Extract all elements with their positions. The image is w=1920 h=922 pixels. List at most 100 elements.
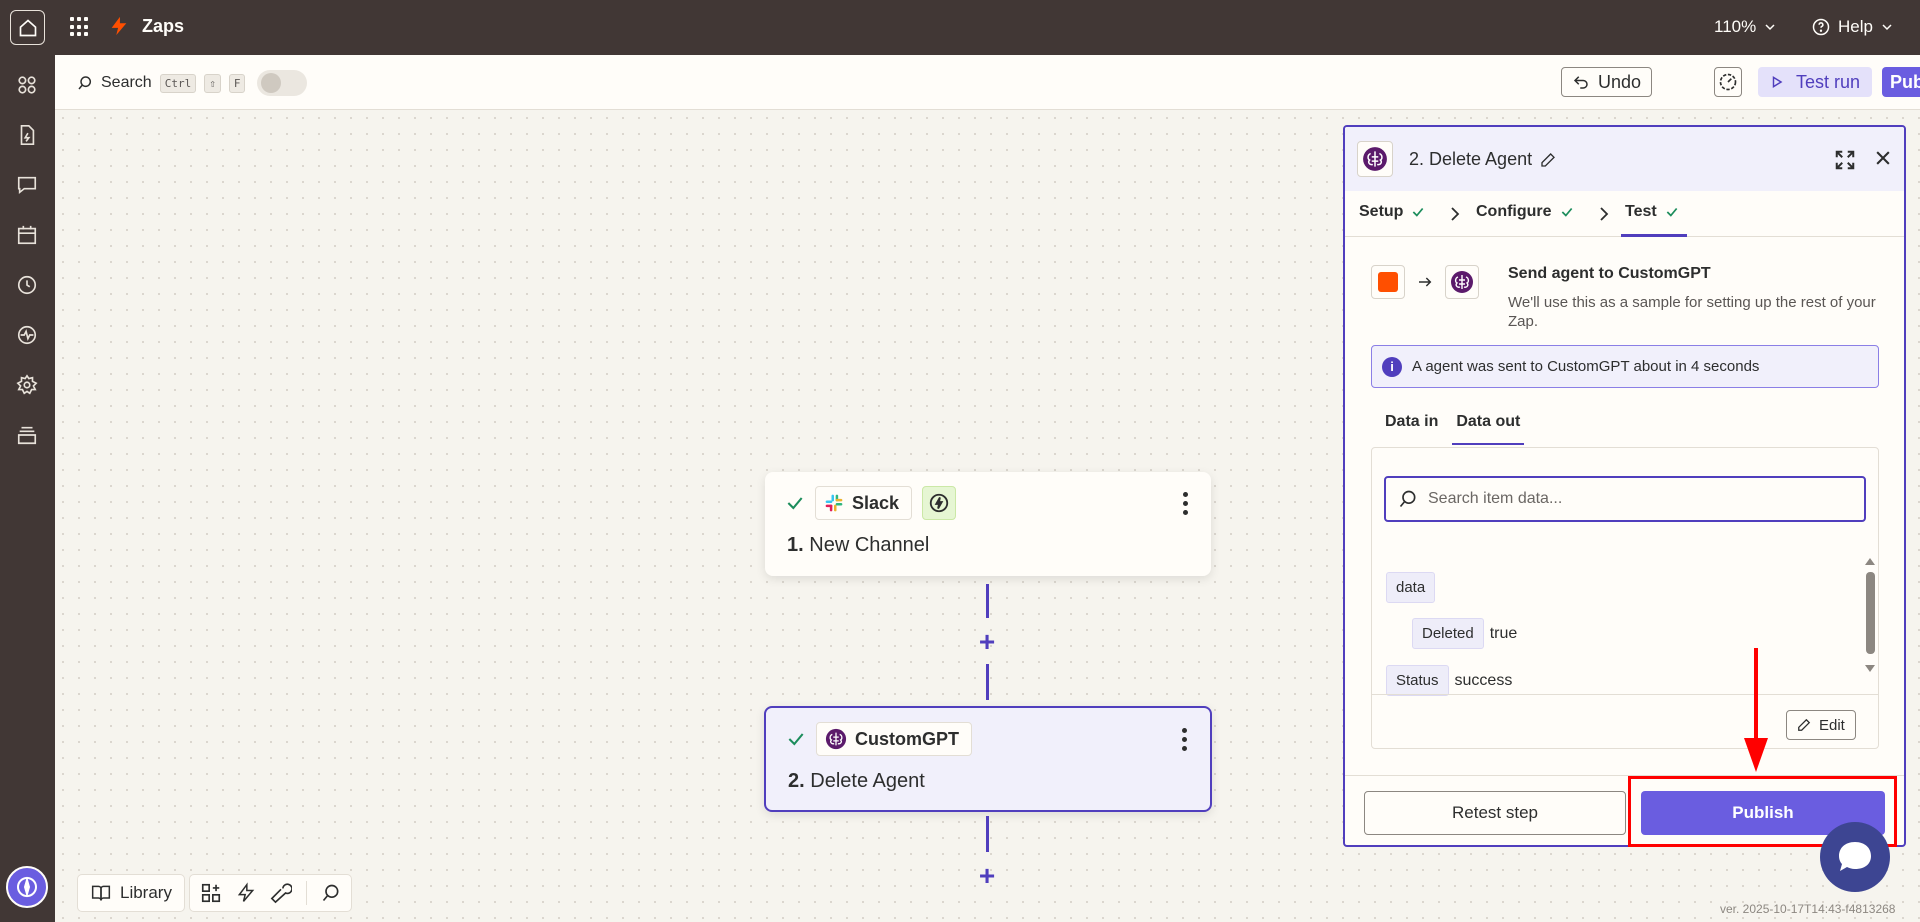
send-description: We'll use this as a sample for setting u… [1508,294,1876,330]
add-step-plus-icon[interactable]: + [975,862,999,890]
tree-value: true [1489,624,1518,642]
history-button[interactable] [1714,67,1742,97]
bolt-icon[interactable] [236,882,256,904]
sidebar-activity-icon[interactable] [14,322,40,348]
info-icon: i [1382,356,1402,377]
sidebar-settings-icon[interactable] [14,372,40,398]
pencil-icon [1798,718,1811,731]
publish-top-button[interactable]: Publish [1882,67,1920,97]
copilot-button[interactable] [6,866,48,908]
edit-button[interactable]: Edit [1786,710,1856,740]
home-button[interactable] [10,10,45,45]
apps-grid-icon[interactable] [70,17,90,37]
close-icon[interactable] [1873,148,1893,168]
connector-line [986,816,989,852]
retest-step-button[interactable]: Retest step [1364,791,1626,835]
chevron-down-icon [1765,24,1775,31]
arrow-right-icon [1419,277,1432,287]
sidebar-calendar-icon[interactable] [14,222,40,248]
support-chat-button[interactable] [1820,822,1890,892]
tree-value: success [1454,671,1513,689]
more-options-icon[interactable] [1182,728,1188,751]
zoom-dropdown[interactable]: 110% [1714,17,1776,37]
connector-line [986,664,989,700]
library-label: Library [120,883,172,902]
search-icon[interactable] [321,883,341,903]
tree-row-status: Status success [1386,665,1512,696]
search-item-data-input[interactable] [1428,490,1828,508]
sidebar-history-icon[interactable] [14,272,40,298]
add-step-plus-icon[interactable]: + [975,628,999,656]
check-icon [1413,207,1424,217]
panel-header: 2. Delete Agent [1345,127,1904,191]
zapier-icon [1371,265,1405,299]
test-run-label: Test run [1796,71,1861,92]
sidebar-chat-icon[interactable] [14,172,40,198]
wrench-icon[interactable] [270,882,292,904]
undo-button[interactable]: Undo [1561,67,1653,97]
tab-data-out[interactable]: Data out [1452,413,1525,445]
chevron-right-icon [1600,207,1609,221]
node-name: Delete Agent [810,770,925,792]
compass-icon [17,876,37,898]
canvas-tools [189,874,352,912]
slack-icon [825,494,843,512]
search-item-data-field[interactable] [1384,476,1866,522]
help-dropdown[interactable]: Help [1812,17,1893,37]
scroll-down-icon[interactable] [1864,664,1876,674]
shortcut-f: F [228,73,246,93]
canvas-search[interactable]: Search Ctrl ⇧ F [77,70,308,96]
step-node-slack[interactable]: Slack 1. New Channel [765,472,1211,576]
sidebar-zaps-icon[interactable] [14,122,40,148]
panel-title[interactable]: 2. Delete Agent [1409,149,1556,170]
zap-bolt-icon [108,14,130,43]
connector-line [986,584,989,618]
expand-icon[interactable] [1834,149,1856,171]
test-run-button[interactable]: Test run [1758,67,1873,97]
node-number: 2. [788,770,805,792]
check-icon [1666,207,1678,217]
node-number: 1. [787,534,804,556]
tree-key[interactable]: Deleted [1412,618,1484,649]
tree-key[interactable]: data [1386,572,1436,603]
home-icon [19,18,36,36]
zoom-level: 110% [1714,17,1757,36]
help-icon [1812,18,1830,36]
app-title[interactable]: Zaps [142,16,184,37]
tab-setup[interactable]: Setup [1359,203,1425,221]
data-scrollbar[interactable] [1864,556,1876,672]
divider [1372,694,1878,695]
left-sidebar [0,55,55,922]
top-bar: Zaps 110% Help [0,0,1920,55]
shortcut-ctrl: Ctrl [159,73,197,93]
undo-icon [1573,76,1588,89]
tab-data-in[interactable]: Data in [1385,413,1438,431]
sidebar-layers-icon[interactable] [14,422,40,448]
add-block-icon[interactable] [200,882,222,904]
tab-configure[interactable]: Configure [1476,203,1574,221]
scroll-thumb[interactable] [1866,572,1875,654]
info-banner: i A agent was sent to CustomGPT about in… [1371,345,1879,388]
data-output-box: data Deleted true Status success Edit [1371,447,1879,749]
node-title: 2. Delete Agent [788,770,925,793]
send-flow [1371,265,1479,299]
more-options-icon[interactable] [1183,492,1189,515]
step-node-customgpt[interactable]: CustomGPT 2. Delete Agent [764,706,1212,812]
shortcut-shift: ⇧ [204,73,221,93]
node-title: 1. New Channel [787,534,929,557]
sidebar-apps-icon[interactable] [14,72,40,98]
library-button[interactable]: Library [77,874,185,912]
pencil-icon[interactable] [1540,152,1556,168]
chat-bubble-icon [1839,842,1871,871]
canvas-toggle[interactable] [257,70,308,96]
tree-key[interactable]: Status [1386,665,1449,696]
customgpt-app-icon [1357,141,1393,177]
brain-icon [1363,147,1387,171]
editor-toolbar: Search Ctrl ⇧ F Undo Test run Publish [55,55,1920,110]
customgpt-app-icon [1445,265,1479,299]
tree-row-deleted: Deleted true [1412,618,1517,649]
tab-test[interactable]: Test [1625,203,1679,221]
brain-icon [825,728,847,750]
scroll-up-icon[interactable] [1864,556,1876,566]
search-icon [78,76,92,90]
